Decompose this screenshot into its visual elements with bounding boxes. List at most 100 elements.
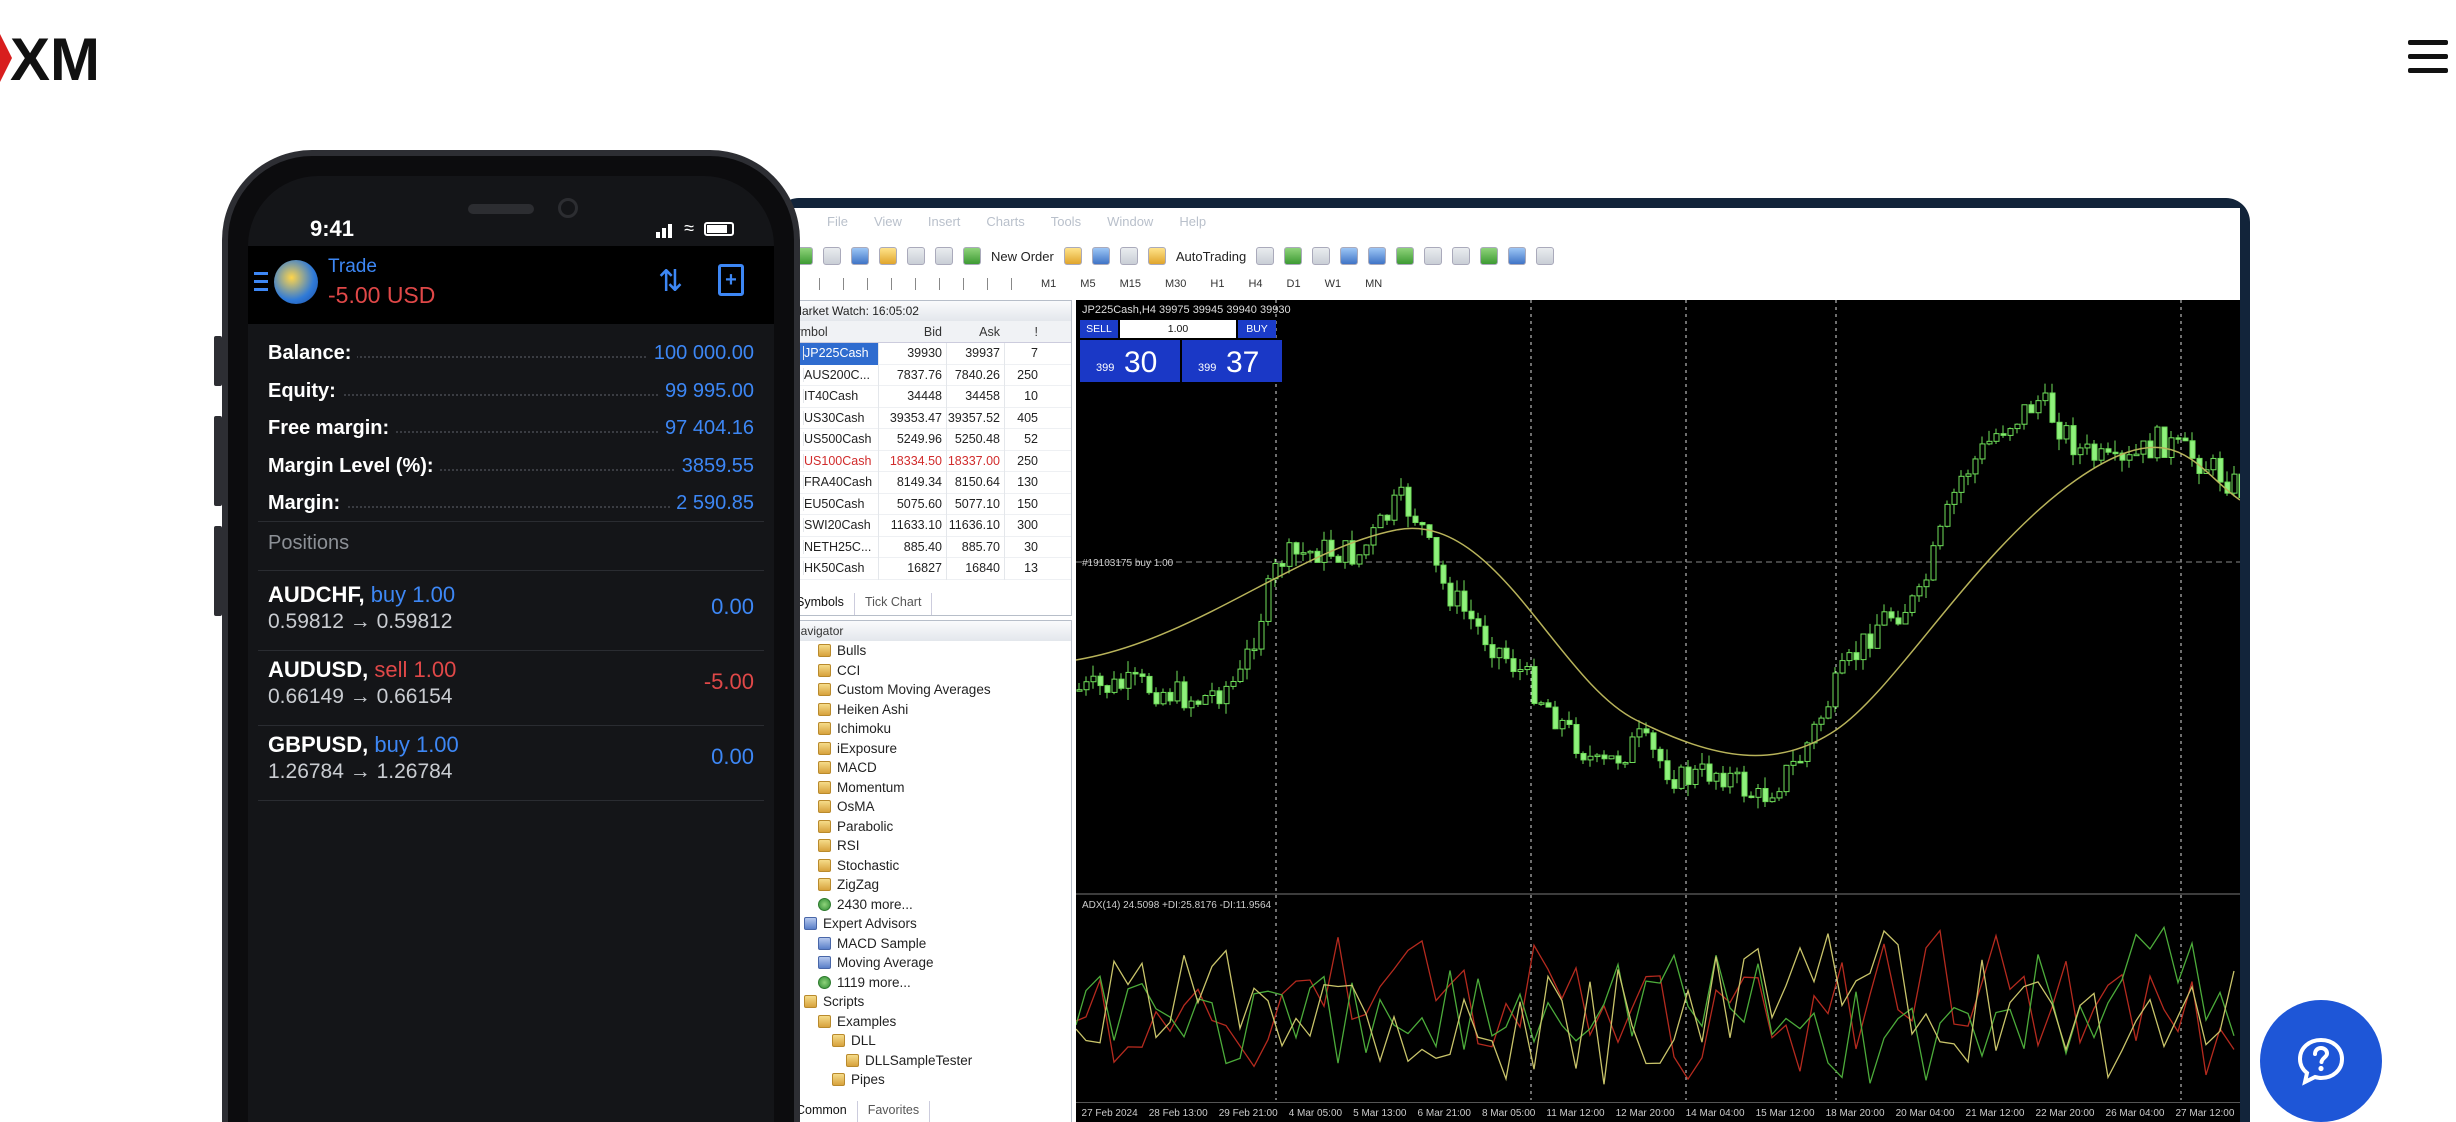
navigator-item[interactable]: Custom Moving Averages [786, 680, 1071, 700]
toolbar-channel-icon[interactable] [915, 278, 927, 290]
market-watch-row[interactable]: US30Cash 39353.47 39357.52 405 [786, 407, 1071, 429]
tab-tick-chart[interactable]: Tick Chart [855, 593, 933, 615]
navigator-item[interactable]: MACD Sample [786, 934, 1071, 954]
timeframe-m5[interactable]: M5 [1074, 275, 1101, 293]
lot-size-input[interactable]: 1.00 [1120, 320, 1236, 338]
price-chart[interactable]: JP225Cash,H4 39975 39945 39940 39930 SEL… [1076, 300, 2240, 1122]
new-order-button[interactable]: New Order [991, 249, 1054, 264]
market-watch-row[interactable]: SWI20Cash 11633.10 11636.10 300 [786, 515, 1071, 537]
autotrading-button[interactable]: AutoTrading [1176, 249, 1246, 264]
periods-icon[interactable] [1508, 247, 1527, 265]
hamburger-menu-icon[interactable] [2408, 40, 2448, 80]
navigator-item[interactable]: Bulls [786, 641, 1071, 661]
market-watch-row[interactable]: US100Cash 18334.50 18337.00 250 [786, 450, 1071, 472]
position-item[interactable]: GBPUSD, buy 1.00 1.26784 → 1.26784 0.00 [268, 726, 754, 800]
toolbar-fibonacci-icon[interactable] [939, 278, 951, 290]
line-chart-icon[interactable] [1312, 247, 1331, 265]
tester-icon[interactable] [935, 247, 953, 265]
tab-favorites[interactable]: Favorites [858, 1101, 931, 1122]
market-watch-row[interactable]: HK50Cash 16827 16840 13 [786, 558, 1071, 580]
toolbar-vertical-line-icon[interactable] [843, 278, 855, 290]
navigator-item[interactable]: DLLSampleTester [786, 1051, 1071, 1071]
navigator-item[interactable]: MACD [786, 758, 1071, 778]
navigator-item[interactable]: OsMA [786, 797, 1071, 817]
market-watch-row[interactable]: IT40Cash 34448 34458 10 [786, 386, 1071, 408]
metaeditor-icon[interactable] [1063, 247, 1082, 265]
menu-item-tools[interactable]: Tools [1051, 214, 1081, 236]
toolbar-crosshair-icon[interactable] [819, 278, 831, 290]
market-watch-row[interactable]: US500Cash 5249.96 5250.48 52 [786, 429, 1071, 451]
sell-button[interactable]: SELL [1080, 320, 1118, 338]
buy-button[interactable]: BUY [1238, 320, 1276, 338]
new-order-icon[interactable]: + [718, 264, 744, 296]
navigator-item[interactable]: Pipes [786, 1070, 1071, 1090]
navigator-item[interactable]: Parabolic [786, 817, 1071, 837]
xm-logo[interactable]: XM [0, 26, 140, 93]
timeframe-m1[interactable]: M1 [1035, 275, 1062, 293]
navigator-item[interactable]: Expert Advisors [786, 914, 1071, 934]
chart-shift-icon[interactable] [1424, 247, 1443, 265]
navigator-item[interactable]: Ichimoku [786, 719, 1071, 739]
candle-body [2070, 425, 2077, 456]
timeframe-d1[interactable]: D1 [1281, 275, 1307, 293]
menu-item-file[interactable]: File [827, 214, 848, 236]
market-watch-row[interactable]: FRA40Cash 8149.34 8150.64 130 [786, 472, 1071, 494]
toolbar-trendline-icon[interactable] [891, 278, 903, 290]
buy-price[interactable]: 399 37 [1182, 340, 1282, 382]
menu-item-charts[interactable]: Charts [986, 214, 1024, 236]
timeframe-m15[interactable]: M15 [1114, 275, 1147, 293]
profiles-icon[interactable] [823, 247, 841, 265]
navigator-icon[interactable] [879, 247, 897, 265]
toolbar-arrows-icon[interactable] [1011, 278, 1023, 290]
signals-icon[interactable] [1119, 247, 1138, 265]
menu-item-help[interactable]: Help [1179, 214, 1206, 236]
sort-icon[interactable]: ⇅ [658, 264, 683, 299]
sell-price[interactable]: 399 30 [1080, 340, 1180, 382]
toolbar-text-tool-icon[interactable] [963, 278, 975, 290]
menu-item-view[interactable]: View [874, 214, 902, 236]
navigator-item[interactable]: RSI [786, 836, 1071, 856]
chat-support-button[interactable] [2260, 1000, 2382, 1122]
menu-icon[interactable] [254, 272, 268, 296]
candle-body [1293, 542, 1300, 555]
navigator-item[interactable]: 1119 more... [786, 973, 1071, 993]
tile-windows-icon[interactable] [1396, 247, 1415, 265]
autoscroll-icon[interactable] [1452, 247, 1471, 265]
timeframe-w1[interactable]: W1 [1319, 275, 1348, 293]
navigator-item[interactable]: Moving Average [786, 953, 1071, 973]
position-item[interactable]: AUDUSD, sell 1.00 0.66149 → 0.66154 -5.00 [268, 651, 754, 725]
templates-icon[interactable] [1536, 247, 1555, 265]
toolbar-label-tool-icon[interactable] [987, 278, 999, 290]
menu-item-window[interactable]: Window [1107, 214, 1153, 236]
candle-chart-icon[interactable] [1284, 247, 1303, 265]
menu-item-insert[interactable]: Insert [928, 214, 961, 236]
timeframe-mn[interactable]: MN [1359, 275, 1388, 293]
zoom-out-icon[interactable] [1368, 247, 1387, 265]
market-watch-row[interactable]: JP225Cash 39930 39937 7 [786, 343, 1071, 365]
navigator-item[interactable]: iExposure [786, 739, 1071, 759]
timeframe-h1[interactable]: H1 [1204, 275, 1230, 293]
zoom-in-icon[interactable] [1340, 247, 1359, 265]
indicators-icon[interactable] [1480, 247, 1499, 265]
market-watch-icon[interactable] [851, 247, 869, 265]
market-watch-row[interactable]: EU50Cash 5075.60 5077.10 150 [786, 493, 1071, 515]
navigator-item[interactable]: DLL [786, 1031, 1071, 1051]
terminal-icon[interactable] [907, 247, 925, 265]
navigator-item[interactable]: CCI [786, 661, 1071, 681]
bar-chart-icon[interactable] [1256, 247, 1275, 265]
account-icon[interactable] [1091, 247, 1110, 265]
navigator-item[interactable]: Momentum [786, 778, 1071, 798]
account-avatar[interactable] [274, 260, 318, 304]
position-item[interactable]: AUDCHF, buy 1.00 0.59812 → 0.59812 0.00 [268, 576, 754, 650]
navigator-item[interactable]: Examples [786, 1012, 1071, 1032]
toolbar-horizontal-line-icon[interactable] [867, 278, 879, 290]
navigator-item[interactable]: Stochastic [786, 856, 1071, 876]
navigator-item[interactable]: ZigZag [786, 875, 1071, 895]
timeframe-h4[interactable]: H4 [1242, 275, 1268, 293]
market-watch-row[interactable]: AUS200C... 7837.76 7840.26 250 [786, 364, 1071, 386]
market-watch-row[interactable]: NETH25C... 885.40 885.70 30 [786, 536, 1071, 558]
navigator-item[interactable]: 2430 more... [786, 895, 1071, 915]
timeframe-m30[interactable]: M30 [1159, 275, 1192, 293]
navigator-item[interactable]: Scripts [786, 992, 1071, 1012]
navigator-item[interactable]: Heiken Ashi [786, 700, 1071, 720]
